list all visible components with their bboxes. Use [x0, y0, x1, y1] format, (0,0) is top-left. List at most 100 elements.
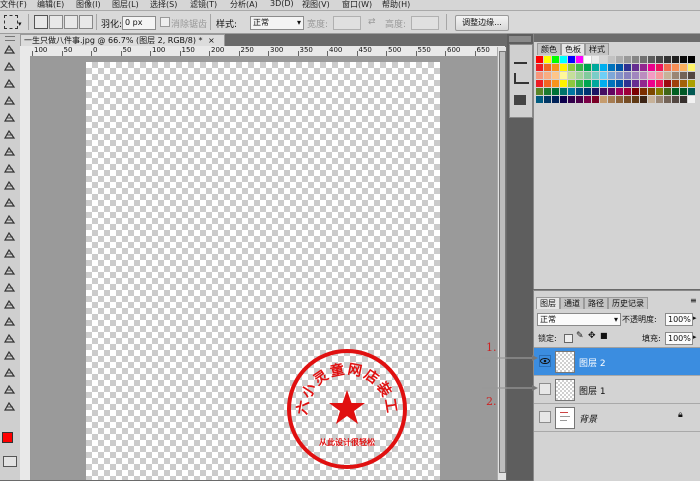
clone-stamp-icon[interactable] — [3, 180, 16, 191]
color-swatch[interactable] — [576, 64, 583, 71]
layer-row-layer2[interactable]: 图层 2 — [534, 348, 700, 376]
color-swatch[interactable] — [624, 64, 631, 71]
color-swatch[interactable] — [584, 96, 591, 103]
brush-tool-icon[interactable] — [3, 163, 16, 174]
color-swatch[interactable] — [680, 72, 687, 79]
tab-styles[interactable]: 样式 — [585, 43, 609, 55]
tab-channels[interactable]: 通道 — [560, 297, 584, 309]
color-swatch[interactable] — [624, 56, 631, 63]
dodge-tool-icon[interactable] — [3, 265, 16, 276]
color-swatch[interactable] — [560, 88, 567, 95]
color-swatch[interactable] — [624, 72, 631, 79]
color-swatch[interactable] — [576, 96, 583, 103]
refine-edge-button[interactable]: 调整边缘... — [455, 15, 509, 31]
color-swatch[interactable] — [576, 72, 583, 79]
color-swatch[interactable] — [632, 72, 639, 79]
vertical-ruler[interactable] — [20, 56, 31, 480]
color-swatch[interactable] — [560, 56, 567, 63]
color-swatch[interactable] — [568, 56, 575, 63]
color-swatch[interactable] — [664, 80, 671, 87]
color-swatch[interactable] — [568, 72, 575, 79]
color-swatch[interactable] — [560, 80, 567, 87]
visibility-toggle[interactable] — [539, 383, 551, 395]
eyedropper-icon[interactable] — [3, 129, 16, 140]
intersect-selection-icon[interactable] — [79, 15, 93, 29]
color-swatch[interactable] — [624, 96, 631, 103]
menu-analysis[interactable]: 分析(A) — [230, 0, 258, 10]
menu-help[interactable]: 帮助(H) — [382, 0, 410, 10]
color-swatch[interactable] — [672, 72, 679, 79]
add-selection-icon[interactable] — [49, 15, 63, 29]
clone-source-icon[interactable] — [514, 73, 529, 84]
color-swatch[interactable] — [672, 64, 679, 71]
color-swatch[interactable] — [672, 56, 679, 63]
color-swatch[interactable] — [536, 64, 543, 71]
color-swatch[interactable] — [560, 64, 567, 71]
color-swatch[interactable] — [688, 96, 695, 103]
move-tool-icon[interactable] — [3, 44, 16, 55]
color-swatch[interactable] — [616, 96, 623, 103]
vertical-scrollbar[interactable] — [497, 47, 506, 480]
dock-collapse-bar[interactable] — [509, 36, 531, 42]
color-swatch[interactable] — [616, 72, 623, 79]
color-swatch[interactable] — [536, 80, 543, 87]
color-swatch[interactable] — [592, 56, 599, 63]
close-icon[interactable]: × — [208, 36, 215, 45]
color-swatch[interactable] — [640, 72, 647, 79]
color-swatch[interactable] — [552, 80, 559, 87]
lasso-tool-icon[interactable] — [3, 78, 16, 89]
color-swatch[interactable] — [608, 56, 615, 63]
path-select-icon[interactable] — [3, 316, 16, 327]
color-swatch[interactable] — [640, 56, 647, 63]
color-swatch[interactable] — [552, 64, 559, 71]
color-swatch[interactable] — [592, 88, 599, 95]
brush-preset-icon[interactable] — [514, 53, 527, 64]
color-swatch[interactable] — [584, 88, 591, 95]
tab-history[interactable]: 历史记录 — [608, 297, 648, 309]
menu-layer[interactable]: 图层(L) — [112, 0, 139, 10]
lock-position-icon[interactable]: ✥ — [588, 331, 596, 341]
color-swatch[interactable] — [608, 88, 615, 95]
color-swatch[interactable] — [544, 72, 551, 79]
color-swatch[interactable] — [600, 96, 607, 103]
color-swatch[interactable] — [600, 80, 607, 87]
tool-preset-icon[interactable] — [514, 95, 526, 105]
menu-file[interactable]: 文件(F) — [0, 0, 27, 10]
color-swatch[interactable] — [600, 56, 607, 63]
color-swatch[interactable] — [664, 88, 671, 95]
color-swatch[interactable] — [592, 80, 599, 87]
antialias-checkbox[interactable] — [160, 17, 170, 27]
color-swatch[interactable] — [552, 56, 559, 63]
history-brush-icon[interactable] — [3, 197, 16, 208]
color-swatch[interactable] — [632, 64, 639, 71]
eraser-tool-icon[interactable] — [3, 214, 16, 225]
color-swatch[interactable] — [632, 88, 639, 95]
color-swatch[interactable] — [616, 88, 623, 95]
quick-mask-icon[interactable] — [3, 456, 17, 467]
color-swatch[interactable] — [632, 80, 639, 87]
color-swatch[interactable] — [672, 88, 679, 95]
pen-tool-icon[interactable] — [3, 282, 16, 293]
color-swatch[interactable] — [616, 64, 623, 71]
color-swatch[interactable] — [592, 96, 599, 103]
chevron-right-icon[interactable]: ▸ — [693, 333, 697, 341]
color-swatch[interactable] — [656, 96, 663, 103]
color-swatch[interactable] — [680, 80, 687, 87]
color-swatch[interactable] — [640, 80, 647, 87]
color-swatch[interactable] — [656, 64, 663, 71]
color-swatch[interactable] — [568, 96, 575, 103]
opacity-input[interactable]: 100% — [665, 313, 693, 326]
lock-all-icon[interactable]: ■ — [600, 331, 608, 340]
color-swatch[interactable] — [640, 64, 647, 71]
healing-brush-icon[interactable] — [3, 146, 16, 157]
gradient-tool-icon[interactable] — [3, 231, 16, 242]
color-swatch[interactable] — [648, 64, 655, 71]
subtract-selection-icon[interactable] — [64, 15, 78, 29]
blend-mode-select[interactable]: 正常 ▾ — [537, 313, 621, 326]
color-swatch[interactable] — [632, 56, 639, 63]
swap-icon[interactable]: ⇄ — [368, 17, 376, 27]
color-swatch[interactable] — [648, 56, 655, 63]
color-swatch[interactable] — [664, 64, 671, 71]
lock-pixels-icon[interactable]: ✎ — [576, 331, 584, 341]
color-swatch[interactable] — [648, 80, 655, 87]
